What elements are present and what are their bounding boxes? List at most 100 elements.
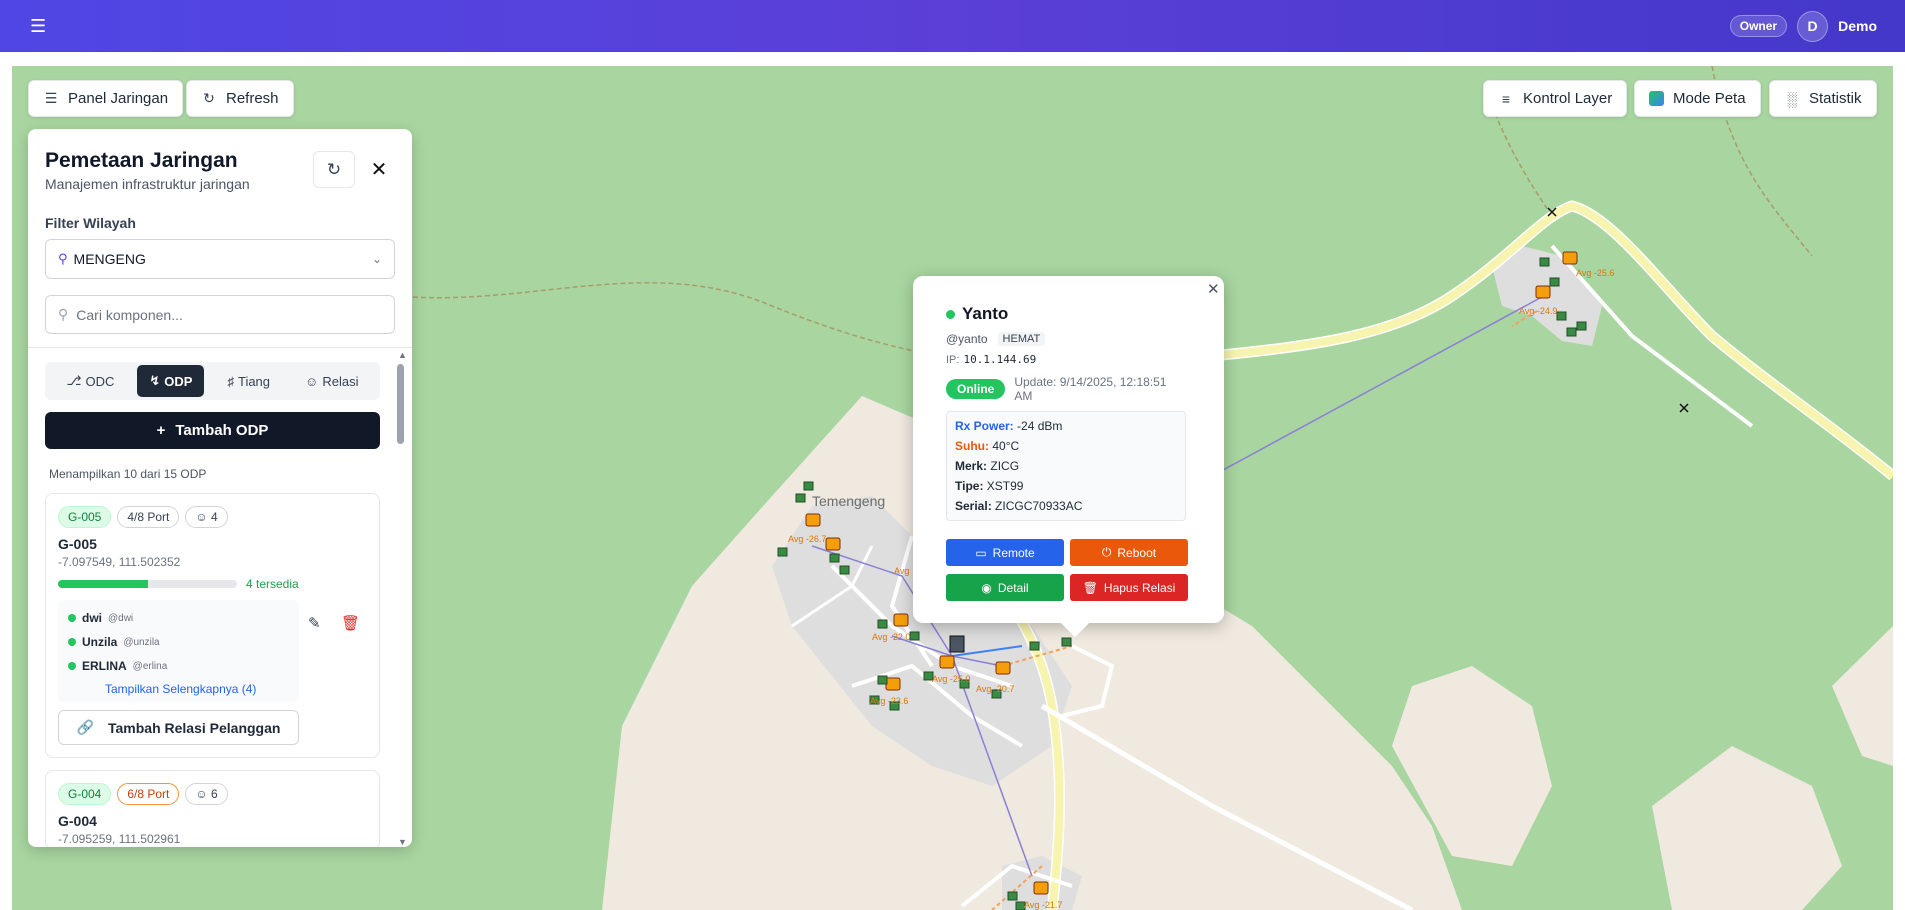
add-odp-button[interactable]: + Tambah ODP (45, 412, 380, 449)
monitor-icon: ▭ (975, 545, 987, 560)
detail-button[interactable]: ◉ Detail (946, 574, 1064, 601)
detail-label: Serial: (955, 499, 992, 513)
mode-peta-label: Mode Peta (1673, 90, 1746, 107)
detail-row: Tipe: XST99 (955, 476, 1177, 496)
odp-coordinates: -7.095259, 111.502961 (58, 832, 181, 846)
detail-label: Detail (997, 580, 1029, 595)
signal-label: Avg -23.6 (870, 696, 908, 706)
remote-button[interactable]: ▭ Remote (946, 539, 1064, 566)
online-dot (946, 309, 955, 319)
odp-name: G-004 (58, 813, 97, 829)
panel-close-button[interactable]: ✕ (364, 151, 394, 188)
search-icon: ⚲ (58, 306, 69, 322)
odp-name: G-005 (58, 536, 97, 552)
list-item[interactable]: Unzila @unzila (68, 630, 289, 654)
detail-value: XST99 (986, 479, 1024, 493)
detail-value: -24 dBm (1017, 419, 1063, 433)
close-icon[interactable]: ✕ (1207, 280, 1220, 298)
ip-address: 10.1.144.69 (963, 353, 1037, 366)
odp-card[interactable]: G-004 6/8 Port ☺ 6 G-004 -7.095259, 111.… (45, 770, 380, 847)
land-area (1832, 626, 1893, 766)
remote-label: Remote (992, 545, 1035, 560)
list-item[interactable]: dwi @dwi (68, 606, 289, 630)
power-icon: ⏻ (1101, 545, 1112, 559)
edit-icon[interactable]: ✎ (308, 614, 321, 632)
add-relation-button[interactable]: 🔗 Tambah Relasi Pelanggan (58, 710, 299, 745)
detail-value: 40°C (992, 439, 1020, 453)
menu-icon: ☰ (44, 90, 58, 106)
refresh-icon: ↻ (326, 159, 342, 179)
component-search[interactable]: ⚲ (45, 295, 395, 334)
add-relation-label: Tambah Relasi Pelanggan (107, 719, 281, 736)
signal-label: Avg -22.0 (872, 632, 910, 642)
scroll-up-icon[interactable]: ▲ (398, 350, 407, 360)
odc-marker (949, 635, 965, 653)
detail-label: Tipe: (955, 479, 984, 493)
tab-tiang[interactable]: ♯ Tiang (215, 366, 282, 397)
tab-odp[interactable]: ↯ ODP (137, 365, 205, 397)
odp-card[interactable]: G-005 4/8 Port ☺ 4 G-005 -7.097549, 111.… (45, 493, 380, 758)
search-input[interactable] (76, 306, 357, 323)
users-icon: ☺ (195, 510, 211, 524)
user-name[interactable]: Demo (1838, 18, 1877, 34)
delete-relation-button[interactable]: 🗑 Hapus Relasi (1070, 574, 1188, 601)
reboot-label: Reboot (1117, 545, 1157, 560)
showing-count: Menampilkan 10 dari 15 ODP (49, 467, 207, 481)
region-filter-select[interactable]: ⚲ MENGENG ⌄ (45, 239, 395, 279)
customer-handle: @unzila (123, 636, 160, 648)
customer-name: Unzila (82, 635, 118, 649)
port-badge: 4/8 Port (117, 506, 180, 528)
delete-relation-label: Hapus Relasi (1103, 580, 1176, 595)
odp-code-badge: G-004 (58, 783, 112, 805)
reboot-button[interactable]: ⏻ Reboot (1070, 539, 1188, 566)
tab-odc[interactable]: ⎇ ODC (55, 365, 127, 397)
panel-refresh-button[interactable]: ↻ (313, 151, 355, 188)
panel-body: ⎇ ODC ↯ ODP ♯ Tiang ☺ Relasi + Tambah ODP Me… (45, 362, 395, 847)
tab-odp-label: ODP (164, 373, 193, 389)
role-badge: Owner (1729, 15, 1788, 37)
users-icon: ☺ (195, 787, 211, 801)
detail-label: Suhu: (955, 439, 989, 453)
refresh-label: Refresh (226, 90, 279, 107)
users-icon: ☺ (305, 373, 319, 389)
village-label: Temengeng (812, 493, 885, 509)
customer-list: dwi @dwi Unzila @unzila ERLINA @erlina Tamp… (58, 600, 299, 702)
kontrol-layer-button[interactable]: ≡ Kontrol Layer (1483, 80, 1628, 117)
trash-icon: 🗑 (1082, 580, 1098, 595)
panel-divider (28, 347, 412, 348)
signal-label: Avg -21.7 (1024, 900, 1062, 910)
signal-label: Avg (894, 566, 909, 576)
scroll-down-icon[interactable]: ▼ (398, 837, 407, 847)
trash-icon[interactable]: 🗑 (341, 614, 360, 632)
panel-jaringan-button[interactable]: ☰ Panel Jaringan (28, 80, 184, 117)
detail-label: Merk: (955, 459, 988, 473)
detail-row: Serial: ZICGC70933AC (955, 496, 1177, 516)
tab-tiang-label: Tiang (237, 373, 271, 389)
filter-label: Filter Wilayah (45, 215, 136, 231)
odc-icon: ⎇ (66, 373, 82, 388)
panel-jaringan-label: Panel Jaringan (68, 90, 169, 107)
mode-peta-button[interactable]: Mode Peta (1634, 80, 1761, 117)
customer-count-badge: ☺ 6 (185, 783, 228, 805)
online-dot (68, 662, 76, 670)
list-item[interactable]: ERLINA @erlina (68, 654, 289, 678)
track (1491, 105, 1553, 217)
location-pin-icon: ⚲ (58, 251, 68, 266)
hamburger-icon[interactable]: ☰ (30, 17, 46, 35)
detail-row: Merk: ZICG (955, 456, 1177, 476)
avatar[interactable]: D (1797, 10, 1829, 42)
refresh-button[interactable]: ↻ Refresh (186, 80, 294, 117)
customer-popup: ✕ Yanto @yanto HEMAT IP: 10.1.144.69 Onlin… (913, 276, 1224, 623)
customer-count: 6 (210, 787, 218, 801)
customer-name: Yanto (962, 304, 1009, 323)
land-area (1652, 746, 1842, 910)
kontrol-layer-label: Kontrol Layer (1523, 90, 1613, 107)
panel-scrollbar[interactable]: ▲ ▼ (396, 350, 407, 847)
tab-relasi[interactable]: ☺ Relasi (293, 366, 370, 397)
scrollbar-thumb[interactable] (397, 364, 404, 444)
show-more-link[interactable]: Tampilkan Selengkapnya (4) (105, 682, 289, 696)
statistik-button[interactable]: ░ Statistik (1769, 80, 1877, 117)
region-filter-value: MENGENG (73, 251, 146, 267)
eye-icon: ◉ (981, 580, 992, 595)
detail-label: Rx Power: (955, 419, 1014, 433)
